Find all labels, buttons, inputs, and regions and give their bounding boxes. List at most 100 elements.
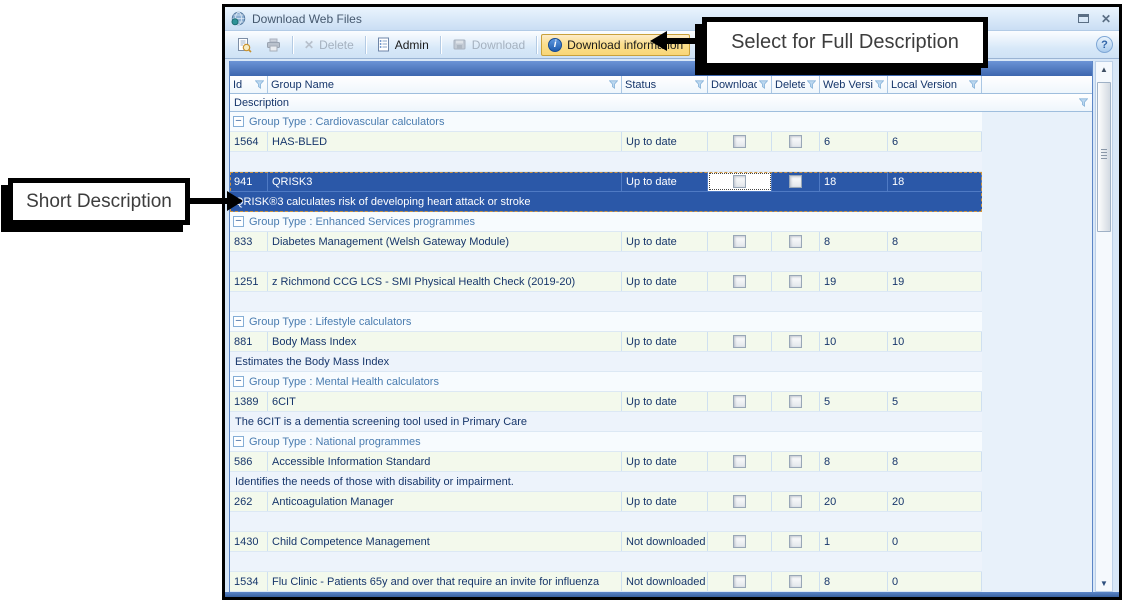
download-checkbox[interactable] [733,495,746,508]
download-cell[interactable] [708,272,772,291]
delete-checkbox[interactable] [789,535,802,548]
delete-cell[interactable] [772,132,820,151]
download-checkbox[interactable] [733,535,746,548]
filter-icon[interactable] [875,80,884,89]
delete-cell[interactable] [772,572,820,591]
column-header-delete[interactable]: Delete [772,76,820,93]
download-information-button[interactable]: i Download information [541,34,690,56]
delete-cell[interactable] [772,492,820,511]
download-button[interactable]: Download [445,34,532,56]
download-checkbox[interactable] [733,575,746,588]
collapse-icon[interactable]: − [233,316,244,327]
admin-button[interactable]: Admin [370,33,436,56]
download-cell[interactable] [708,132,772,151]
description-row[interactable] [230,512,982,532]
group-row[interactable]: −Group Type : Cardiovascular calculators [230,112,982,132]
scrollbar-thumb[interactable] [1097,82,1111,232]
filter-icon[interactable] [1079,98,1088,107]
table-row[interactable]: 13896CITUp to date55 [230,392,982,412]
download-cell[interactable] [708,532,772,551]
description-row[interactable] [230,152,982,172]
download-cell[interactable] [708,492,772,511]
table-row[interactable]: 1564HAS-BLEDUp to date66 [230,132,982,152]
description-cell [230,152,982,171]
delete-cell[interactable] [772,272,820,291]
download-cell[interactable] [708,572,772,591]
delete-cell[interactable] [772,532,820,551]
vertical-scrollbar[interactable]: ▲ ▼ [1095,61,1113,592]
download-checkbox[interactable] [733,455,746,468]
delete-checkbox[interactable] [789,495,802,508]
group-row[interactable]: −Group Type : Mental Health calculators [230,372,982,392]
download-cell[interactable] [708,232,772,251]
description-row[interactable] [230,292,982,312]
download-checkbox[interactable] [733,275,746,288]
download-checkbox[interactable] [733,175,746,188]
filter-icon[interactable] [609,80,618,89]
description-row[interactable]: The 6CIT is a dementia screening tool us… [230,412,982,432]
download-cell[interactable] [708,452,772,471]
filter-icon[interactable] [759,80,768,89]
table-row[interactable]: 1430Child Competence ManagementNot downl… [230,532,982,552]
delete-checkbox[interactable] [789,395,802,408]
download-checkbox[interactable] [733,135,746,148]
description-row[interactable] [230,552,982,572]
column-header-status[interactable]: Status [622,76,708,93]
description-header[interactable]: Description [230,94,1092,112]
description-row[interactable]: Identifies the needs of those with disab… [230,472,982,492]
scroll-up-icon[interactable]: ▲ [1096,65,1112,74]
column-header-id[interactable]: Id [230,76,268,93]
delete-cell[interactable] [772,392,820,411]
download-checkbox[interactable] [733,235,746,248]
column-header-group-name[interactable]: Group Name [268,76,622,93]
filter-icon[interactable] [807,80,816,89]
collapse-icon[interactable]: − [233,216,244,227]
download-checkbox[interactable] [733,335,746,348]
delete-button[interactable]: ✕ Delete [297,34,361,56]
table-row[interactable]: 1534Flu Clinic - Patients 65y and over t… [230,572,982,592]
table-row[interactable]: 262Anticoagulation ManagerUp to date2020 [230,492,982,512]
description-row[interactable] [230,252,982,272]
print-preview-button[interactable] [229,33,259,57]
selected-row-block[interactable]: 941QRISK3Up to date1818QRISK®3 calculate… [230,172,982,212]
print-button[interactable] [259,34,288,56]
collapse-icon[interactable]: − [233,376,244,387]
delete-cell[interactable] [772,172,820,191]
column-header-download[interactable]: Download [708,76,772,93]
table-row[interactable]: 833Diabetes Management (Welsh Gateway Mo… [230,232,982,252]
delete-checkbox[interactable] [789,235,802,248]
table-row[interactable]: 941QRISK3Up to date1818 [230,172,982,192]
delete-checkbox[interactable] [789,335,802,348]
table-row[interactable]: 881Body Mass IndexUp to date1010 [230,332,982,352]
delete-cell[interactable] [772,452,820,471]
column-header-local-version[interactable]: Local Version [888,76,982,93]
table-row[interactable]: 586Accessible Information StandardUp to … [230,452,982,472]
delete-checkbox[interactable] [789,275,802,288]
group-row[interactable]: −Group Type : Lifestyle calculators [230,312,982,332]
download-cell[interactable] [708,332,772,351]
download-cell[interactable] [708,392,772,411]
collapse-icon[interactable]: − [233,116,244,127]
description-row[interactable]: Estimates the Body Mass Index [230,352,982,372]
delete-cell[interactable] [772,332,820,351]
table-row[interactable]: 1251z Richmond CCG LCS - SMI Physical He… [230,272,982,292]
column-header-web-version[interactable]: Web Version [820,76,888,93]
close-icon[interactable]: ✕ [1101,13,1111,25]
filter-icon[interactable] [695,80,704,89]
delete-cell[interactable] [772,232,820,251]
filter-icon[interactable] [255,80,264,89]
download-checkbox[interactable] [733,395,746,408]
maximize-icon[interactable] [1078,14,1089,23]
collapse-icon[interactable]: − [233,436,244,447]
filter-icon[interactable] [969,80,978,89]
scroll-down-icon[interactable]: ▼ [1096,579,1112,588]
group-row[interactable]: −Group Type : Enhanced Services programm… [230,212,982,232]
delete-checkbox[interactable] [789,455,802,468]
delete-checkbox[interactable] [789,135,802,148]
delete-checkbox[interactable] [789,175,802,188]
delete-checkbox[interactable] [789,575,802,588]
help-button[interactable]: ? [1096,36,1113,53]
group-row[interactable]: −Group Type : National programmes [230,432,982,452]
description-row[interactable]: QRISK®3 calculates risk of developing he… [230,192,982,212]
download-cell[interactable] [708,172,772,191]
